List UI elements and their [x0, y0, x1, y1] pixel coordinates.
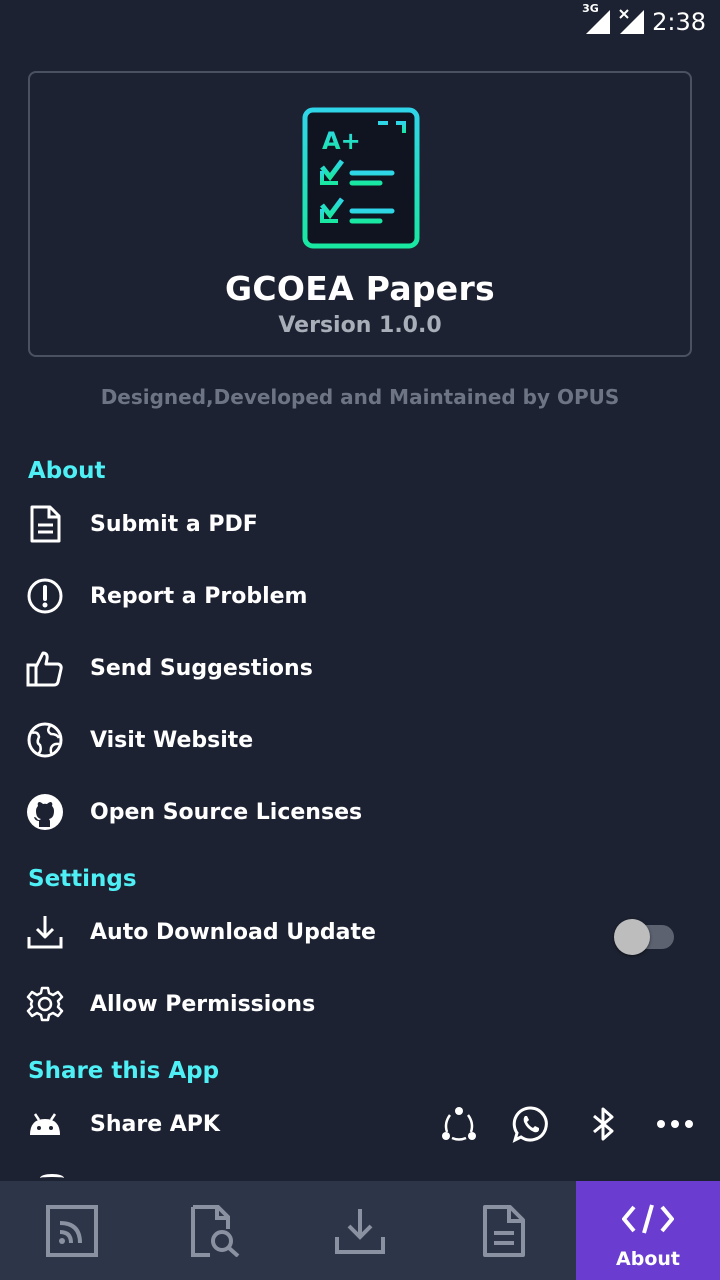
- bottom-nav: About: [0, 1181, 720, 1280]
- globe-icon: [26, 721, 64, 759]
- menu-item-share-apk[interactable]: Share APK: [26, 1092, 694, 1156]
- nav-item-about[interactable]: About: [576, 1181, 720, 1280]
- more-icon[interactable]: [656, 1105, 694, 1143]
- app-info-card: A+ GCOEA Papers Version 1.0.0: [28, 71, 692, 357]
- nav-item-feed[interactable]: [0, 1181, 144, 1280]
- credit-text: Designed,Developed and Maintained by OPU…: [100, 385, 620, 409]
- whatsapp-icon[interactable]: [512, 1105, 550, 1143]
- document-icon: [483, 1204, 525, 1257]
- bluetooth-icon[interactable]: [584, 1105, 622, 1143]
- share-it-icon[interactable]: [440, 1105, 478, 1143]
- section-title-about: About: [28, 458, 106, 484]
- menu-item-label: Visit Website: [90, 727, 254, 753]
- gear-icon: [26, 985, 64, 1023]
- document-icon: [26, 505, 64, 543]
- status-icons: 3G 2:38: [582, 2, 706, 38]
- menu-item-submit-pdf[interactable]: Submit a PDF: [26, 492, 694, 556]
- menu-item-report-problem[interactable]: Report a Problem: [26, 564, 694, 628]
- download-icon: [335, 1208, 385, 1254]
- menu-item-open-source-licenses[interactable]: Open Source Licenses: [26, 780, 694, 844]
- menu-item-allow-permissions[interactable]: Allow Permissions: [26, 972, 694, 1036]
- section-title-share: Share this App: [28, 1058, 220, 1084]
- toggle-thumb: [614, 919, 650, 955]
- menu-item-label: Open Source Licenses: [90, 799, 363, 825]
- feed-icon: [46, 1204, 98, 1257]
- no-signal-icon: [618, 8, 646, 36]
- menu-item-visit-website[interactable]: Visit Website: [26, 708, 694, 772]
- nav-item-search[interactable]: [144, 1181, 288, 1280]
- code-icon: [622, 1204, 674, 1234]
- menu-item-label: Allow Permissions: [90, 991, 316, 1017]
- menu-item-label: Auto Download Update: [90, 919, 376, 945]
- auto-download-toggle[interactable]: [614, 918, 674, 955]
- nav-item-documents[interactable]: [432, 1181, 576, 1280]
- logo-grade-text: A+: [322, 127, 361, 155]
- menu-item-label: Report a Problem: [90, 583, 308, 609]
- android-icon: [26, 1105, 64, 1143]
- alert-circle-icon: [26, 577, 64, 615]
- nav-item-downloads[interactable]: [288, 1181, 432, 1280]
- menu-item-auto-download-update[interactable]: Auto Download Update: [26, 900, 694, 964]
- github-icon: [26, 793, 64, 831]
- menu-item-send-suggestions[interactable]: Send Suggestions: [26, 636, 694, 700]
- cell-signal-icon: 3G: [582, 2, 612, 36]
- status-time: 2:38: [652, 8, 706, 36]
- menu-item-label: Share APK: [90, 1111, 220, 1137]
- share-actions: [440, 1092, 694, 1156]
- menu-item-label: Send Suggestions: [90, 655, 313, 681]
- thumbs-up-icon: [26, 649, 64, 687]
- app-version: Version 1.0.0: [278, 313, 442, 338]
- exam-checklist-icon: A+: [302, 107, 420, 249]
- network-type-label: 3G: [582, 2, 599, 15]
- nav-label-about: About: [616, 1248, 680, 1270]
- section-title-settings: Settings: [28, 866, 137, 892]
- status-bar: 3G 2:38: [0, 0, 720, 44]
- menu-item-label: Submit a PDF: [90, 511, 258, 537]
- download-icon: [26, 913, 64, 951]
- app-title: GCOEA Papers: [224, 269, 496, 308]
- search-document-icon: [191, 1204, 240, 1257]
